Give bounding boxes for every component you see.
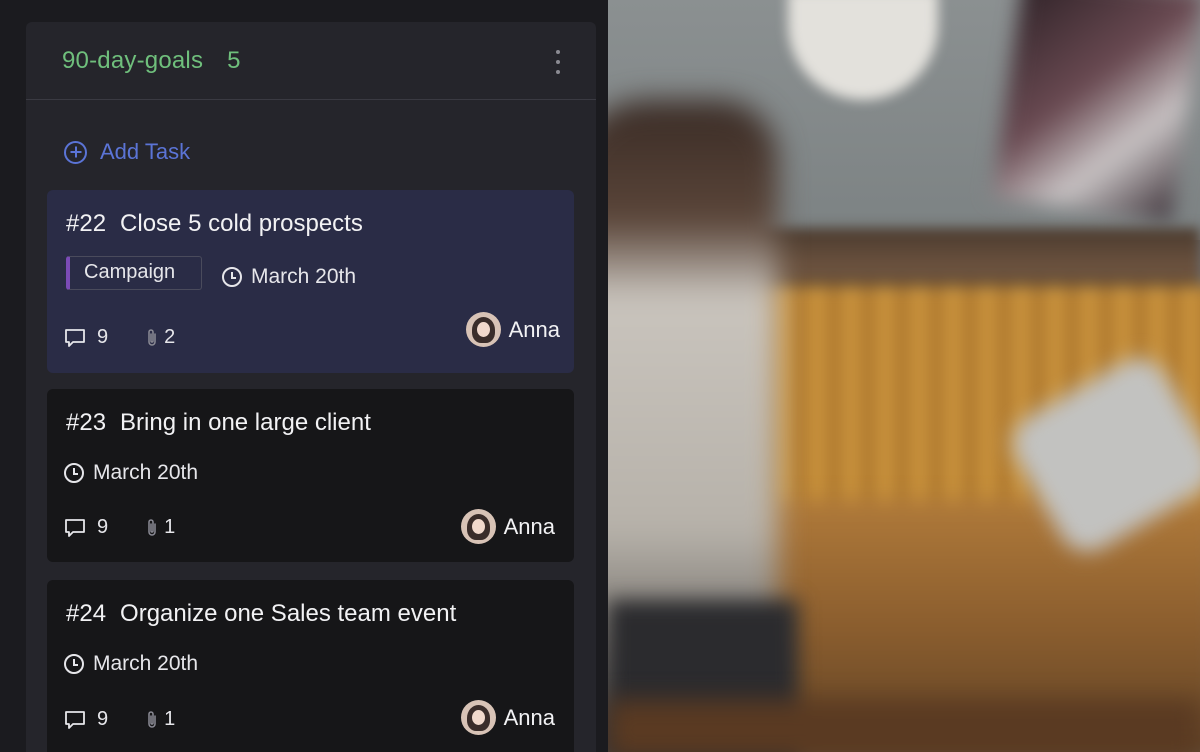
avatar <box>460 700 496 735</box>
background-photo <box>608 0 1200 752</box>
clock-icon <box>64 463 84 483</box>
task-number: #24 <box>66 600 107 627</box>
column-title: 90-day-goals <box>62 46 204 74</box>
task-card[interactable]: #23 Bring in one large client March 20th … <box>47 389 574 562</box>
assignee[interactable]: Anna <box>460 509 555 544</box>
due-date-text: March 20th <box>93 461 199 484</box>
more-options-icon[interactable] <box>550 50 566 74</box>
add-task-label: Add Task <box>100 139 191 164</box>
assignee-name: Anna <box>503 704 555 730</box>
task-title: #23 Bring in one large client <box>66 409 371 437</box>
comment-count: 9 <box>97 326 109 348</box>
column-task-count: 5 <box>227 46 241 74</box>
assignee-name: Anna <box>508 316 560 342</box>
clock-icon <box>222 267 242 287</box>
task-number: #22 <box>66 210 107 237</box>
attachment-count: 2 <box>164 326 176 348</box>
kanban-column: 90-day-goals 5 Add Task #22 Close 5 cold … <box>26 22 596 752</box>
attachment-count: 1 <box>164 708 176 730</box>
comment-icon <box>65 518 85 537</box>
clock-icon <box>64 654 84 674</box>
plus-circle-icon <box>64 140 87 164</box>
assignee[interactable]: Anna <box>465 312 560 347</box>
paperclip-icon <box>148 328 156 346</box>
comment-count: 9 <box>97 708 109 730</box>
task-title-text: Organize one Sales team event <box>120 600 457 627</box>
comment-count: 9 <box>97 516 109 538</box>
paperclip-icon <box>148 710 156 728</box>
task-title: #22 Close 5 cold prospects <box>66 210 363 238</box>
due-date-text: March 20th <box>251 265 357 288</box>
task-title-text: Bring in one large client <box>120 409 371 436</box>
avatar <box>460 509 496 544</box>
attachment-count: 1 <box>164 516 176 538</box>
due-date: March 20th <box>64 461 198 485</box>
add-task-button[interactable]: Add Task <box>64 139 190 165</box>
task-title: #24 Organize one Sales team event <box>66 600 456 628</box>
task-meta: 9 1 <box>64 708 175 731</box>
assignee[interactable]: Anna <box>460 700 555 735</box>
due-date-text: March 20th <box>93 652 199 675</box>
task-meta: 9 1 <box>64 516 175 539</box>
avatar <box>465 312 501 347</box>
due-date: March 20th <box>222 265 356 289</box>
task-meta: 9 2 <box>64 326 175 349</box>
due-date: March 20th <box>64 652 198 676</box>
paperclip-icon <box>148 518 156 536</box>
task-card[interactable]: #22 Close 5 cold prospects Campaign March… <box>47 190 574 373</box>
task-tag[interactable]: Campaign <box>66 256 202 290</box>
task-card[interactable]: #24 Organize one Sales team event March 2… <box>47 580 574 752</box>
comment-icon <box>65 328 85 347</box>
task-number: #23 <box>66 409 107 436</box>
task-title-text: Close 5 cold prospects <box>120 210 363 237</box>
column-header: 90-day-goals 5 <box>26 22 596 100</box>
comment-icon <box>65 710 85 729</box>
assignee-name: Anna <box>503 513 555 539</box>
